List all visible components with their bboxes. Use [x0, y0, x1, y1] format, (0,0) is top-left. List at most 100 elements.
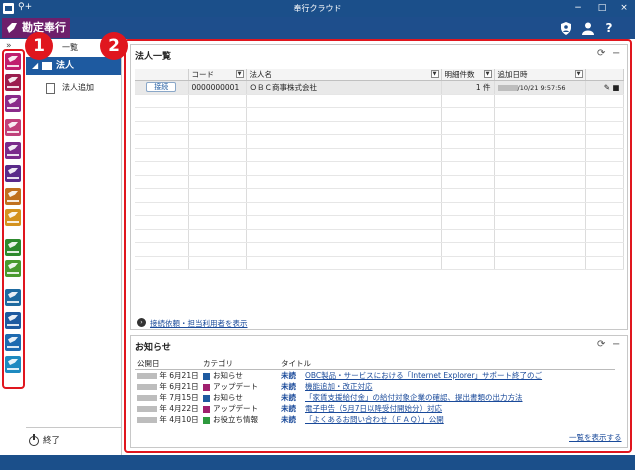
- dropdown-icon[interactable]: ▼: [235, 70, 244, 78]
- news-status: 未読: [281, 382, 296, 391]
- news-row[interactable]: 年 6月21日 お知らせ 未読 OBC製品・サービスにおける「Internet Exp…: [135, 370, 615, 382]
- category-color-icon: [203, 383, 210, 391]
- table-row[interactable]: 接続 0000000001 ＯＢＣ商事株式会社 1 件 /10/21 9:57:…: [135, 80, 624, 95]
- news-date: 年 4月10日: [135, 414, 201, 425]
- empty-table-row: [135, 107, 624, 122]
- category-color-icon: [203, 372, 210, 380]
- connection-request-link[interactable]: 接続依頼・担当利用者を表示: [150, 318, 248, 329]
- cell-code: 0000000001: [188, 80, 247, 95]
- minimize-panel-icon[interactable]: −: [612, 339, 620, 350]
- column-header-category: カテゴリ: [201, 358, 279, 370]
- edit-icon[interactable]: ✎: [604, 83, 610, 92]
- delete-icon[interactable]: ■: [612, 83, 619, 92]
- redacted-year: [137, 417, 157, 423]
- news-date: 年 6月21日: [135, 381, 201, 392]
- connect-button[interactable]: 接続: [146, 82, 177, 93]
- news-category: お知らせ: [201, 392, 279, 403]
- column-header-tools: [585, 69, 624, 81]
- cell-name: ＯＢＣ商事株式会社: [246, 80, 442, 95]
- empty-table-row: [135, 121, 624, 135]
- news-panel: お知らせ ⟳ − 公開日 カテゴリ タイトル 年 6月21日 お知らせ 未読 OBC製…: [130, 335, 628, 448]
- power-icon: [29, 434, 39, 446]
- status-bar: [0, 455, 635, 470]
- news-title-link[interactable]: 「家賃支援給付金」の給付対象企業の確認、提出書類の出力方法: [303, 392, 615, 403]
- redacted-year: [137, 373, 157, 379]
- news-status: 未読: [281, 371, 296, 380]
- news-status: 未読: [281, 415, 296, 424]
- arrow-right-icon: ›: [137, 318, 146, 327]
- user-icon[interactable]: [580, 20, 596, 36]
- column-header-added[interactable]: 追加日時 ▼: [494, 69, 586, 81]
- news-category: アップデート: [201, 403, 279, 414]
- category-color-icon: [203, 416, 210, 424]
- empty-table-row: [135, 148, 624, 162]
- news-date: 年 6月21日: [135, 370, 201, 382]
- news-category: お役立ち情報: [201, 414, 279, 425]
- maximize-button[interactable]: □: [595, 1, 609, 15]
- news-title-link[interactable]: 電子申告（5月7日以降受付開始分）対応: [303, 403, 615, 414]
- logo-mark-icon: [7, 23, 17, 33]
- refresh-icon[interactable]: ⟳: [597, 339, 605, 350]
- redacted-year: [137, 406, 157, 412]
- news-row[interactable]: 年 7月15日 お知らせ 未読 「家賃支援給付金」の給付対象企業の確認、提出書類の出力…: [135, 392, 615, 403]
- empty-table-row: [135, 202, 624, 216]
- news-row[interactable]: 年 4月10日 お役立ち情報 未読 「よくあるお問い合わせ（ＦＡＱ）」公開: [135, 414, 615, 425]
- news-title-link[interactable]: 「よくあるお問い合わせ（ＦＡＱ）」公開: [303, 414, 615, 425]
- help-icon[interactable]: ?: [601, 20, 617, 36]
- empty-table-row: [135, 188, 624, 203]
- column-header-count[interactable]: 明細件数 ▼: [441, 69, 495, 81]
- news-row[interactable]: 年 6月21日 アップデート 未読 機能追加・改正対応: [135, 381, 615, 392]
- close-button[interactable]: ×: [617, 1, 631, 15]
- cell-added: /10/21 9:57:56: [494, 80, 586, 95]
- divider: [26, 427, 121, 428]
- annotation-badge-1: 1: [25, 32, 53, 60]
- folder-icon: [42, 62, 52, 70]
- empty-table-row: [135, 94, 624, 108]
- logout-button[interactable]: 終了: [26, 431, 121, 451]
- category-color-icon: [203, 394, 210, 402]
- empty-table-row: [135, 175, 624, 189]
- news-title-link[interactable]: 機能追加・改正対応: [303, 381, 615, 392]
- tree-item-label: 法人: [56, 61, 75, 71]
- column-header-action: [135, 69, 189, 81]
- news-category: アップデート: [201, 381, 279, 392]
- minimize-panel-icon[interactable]: −: [612, 48, 620, 59]
- redacted-year: [137, 384, 157, 390]
- minimize-button[interactable]: −: [571, 1, 585, 15]
- show-all-news-link[interactable]: 一覧を表示する: [569, 432, 622, 443]
- panel-title: お知らせ: [135, 343, 171, 353]
- empty-table-row: [135, 242, 624, 257]
- annotation-box-1: [2, 49, 25, 389]
- news-date: 年 7月15日: [135, 392, 201, 403]
- tree-item-add-corporation[interactable]: 法人追加: [26, 80, 121, 96]
- empty-table-row: [135, 215, 624, 230]
- annotation-badge-2: 2: [100, 32, 128, 60]
- cell-count: 1 件: [441, 80, 495, 95]
- dropdown-icon[interactable]: ▼: [574, 70, 583, 78]
- corporation-list-panel: 法人一覧 ⟳ − コード ▼ 法人名 ▼ 明細件数 ▼ 追加日時 ▼ 接続 000000…: [130, 44, 628, 330]
- logout-label: 終了: [43, 436, 61, 446]
- column-header-title: タイトル: [279, 358, 615, 370]
- tree-item-label: 法人追加: [62, 83, 94, 92]
- column-header-code[interactable]: コード ▼: [188, 69, 247, 81]
- refresh-icon[interactable]: ⟳: [597, 48, 605, 59]
- news-status: 未読: [281, 404, 296, 413]
- corporation-table: コード ▼ 法人名 ▼ 明細件数 ▼ 追加日時 ▼ 接続 0000000001 ＯＢＣ商…: [135, 69, 624, 270]
- news-title-link[interactable]: OBC製品・サービスにおける「Internet Explorer」サポート終了の…: [303, 370, 615, 382]
- window-title: 奉行クラウド: [293, 4, 342, 13]
- redacted-year: [497, 84, 518, 91]
- empty-table-row: [135, 161, 624, 176]
- news-header-row: 公開日 カテゴリ タイトル: [135, 358, 615, 370]
- news-table: 公開日 カテゴリ タイトル 年 6月21日 お知らせ 未読 OBC製品・サービスにおけ…: [135, 358, 615, 425]
- window-titlebar: ⚲+ 奉行クラウド − □ ×: [0, 0, 635, 17]
- empty-table-row: [135, 229, 624, 243]
- news-row[interactable]: 年 4月22日 アップデート 未読 電子申告（5月7日以降受付開始分）対応: [135, 403, 615, 414]
- panel-title: 法人一覧: [135, 52, 172, 62]
- dropdown-icon[interactable]: ▼: [430, 70, 439, 78]
- dropdown-icon[interactable]: ▼: [483, 70, 492, 78]
- app-header: 勘定奉行 ?: [0, 17, 635, 39]
- column-header-name[interactable]: 法人名 ▼: [246, 69, 442, 81]
- empty-table-row: [135, 256, 624, 270]
- shield-user-icon[interactable]: [558, 20, 574, 36]
- document-icon: [46, 83, 55, 94]
